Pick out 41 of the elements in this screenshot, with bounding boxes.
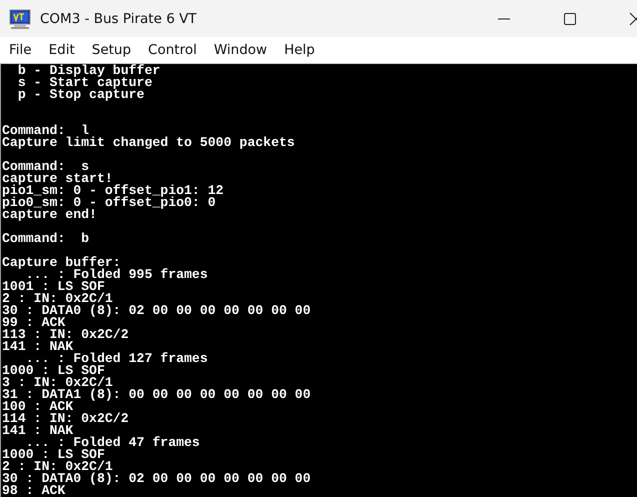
terminal-line: 1000 : LS SOF (2, 365, 105, 377)
terminal-line: 114 : IN: 0x2C/2 (2, 413, 130, 425)
terminal-line: Command: b (2, 233, 90, 245)
terminal-line: 113 : IN: 0x2C/2 (2, 329, 130, 341)
terminal-line: capture end! (2, 209, 98, 221)
terminal-line: Capture limit changed to 5000 packets (2, 137, 296, 149)
terminal-line: 31 : DATA1 (8): 00 00 00 00 00 00 00 00 (2, 389, 312, 401)
terminal-line: 3 : IN: 0x2C/1 (2, 377, 113, 389)
terminal-line: pio1_sm: 0 - offset_pio1: 12 (2, 185, 225, 197)
window-title: COM3 - Bus Pirate 6 VT (40, 10, 197, 26)
terminal-line: s - Start capture (16, 77, 154, 89)
menu-item[interactable]: Control (148, 42, 197, 58)
terminal-line: 100 : ACK (2, 401, 74, 413)
terminal-line: 141 : NAK (2, 341, 74, 353)
terminal-line: capture start! (2, 173, 113, 185)
terminal-line: p - Stop capture (16, 89, 144, 101)
terminal-line: Command: l (2, 125, 90, 137)
terminal-line: 30 : DATA0 (8): 02 00 00 00 00 00 00 00 (2, 473, 312, 485)
terminal-line: 141 : NAK (2, 425, 74, 437)
terminal-line: 1000 : LS SOF (2, 449, 105, 461)
menu-item[interactable]: Window (214, 42, 268, 58)
terminal-line: pio0_sm: 0 - offset_pio0: 0 (2, 197, 217, 209)
app-icon (9, 8, 31, 28)
menu-item[interactable]: File (9, 42, 32, 58)
menu-item[interactable]: Edit (48, 42, 75, 58)
maximize-icon[interactable] (563, 12, 577, 26)
terminal-line: ... : Folded 127 frames (26, 353, 209, 365)
terminal-line: ... : Folded 47 frames (26, 437, 201, 449)
terminal-line: Capture buffer: (2, 257, 122, 269)
terminal-line: Command: s (2, 161, 90, 173)
terminal-line: ... : Folded 995 frames (26, 269, 209, 281)
terminal-line: b - Display buffer (16, 65, 162, 77)
terminal-line: 1001 : LS SOF (2, 281, 105, 293)
menu-item[interactable]: Setup (92, 42, 132, 58)
terminal-line: 30 : DATA0 (8): 02 00 00 00 00 00 00 00 (2, 305, 312, 317)
menu-item[interactable]: Help (284, 42, 315, 58)
terminal-line: 99 : ACK (2, 317, 66, 329)
terminal-line: 98 : ACK (2, 485, 66, 497)
close-icon[interactable] (629, 12, 637, 26)
terminal-line: 2 : IN: 0x2C/1 (2, 293, 113, 305)
terminal-line: 2 : IN: 0x2C/1 (2, 461, 113, 473)
